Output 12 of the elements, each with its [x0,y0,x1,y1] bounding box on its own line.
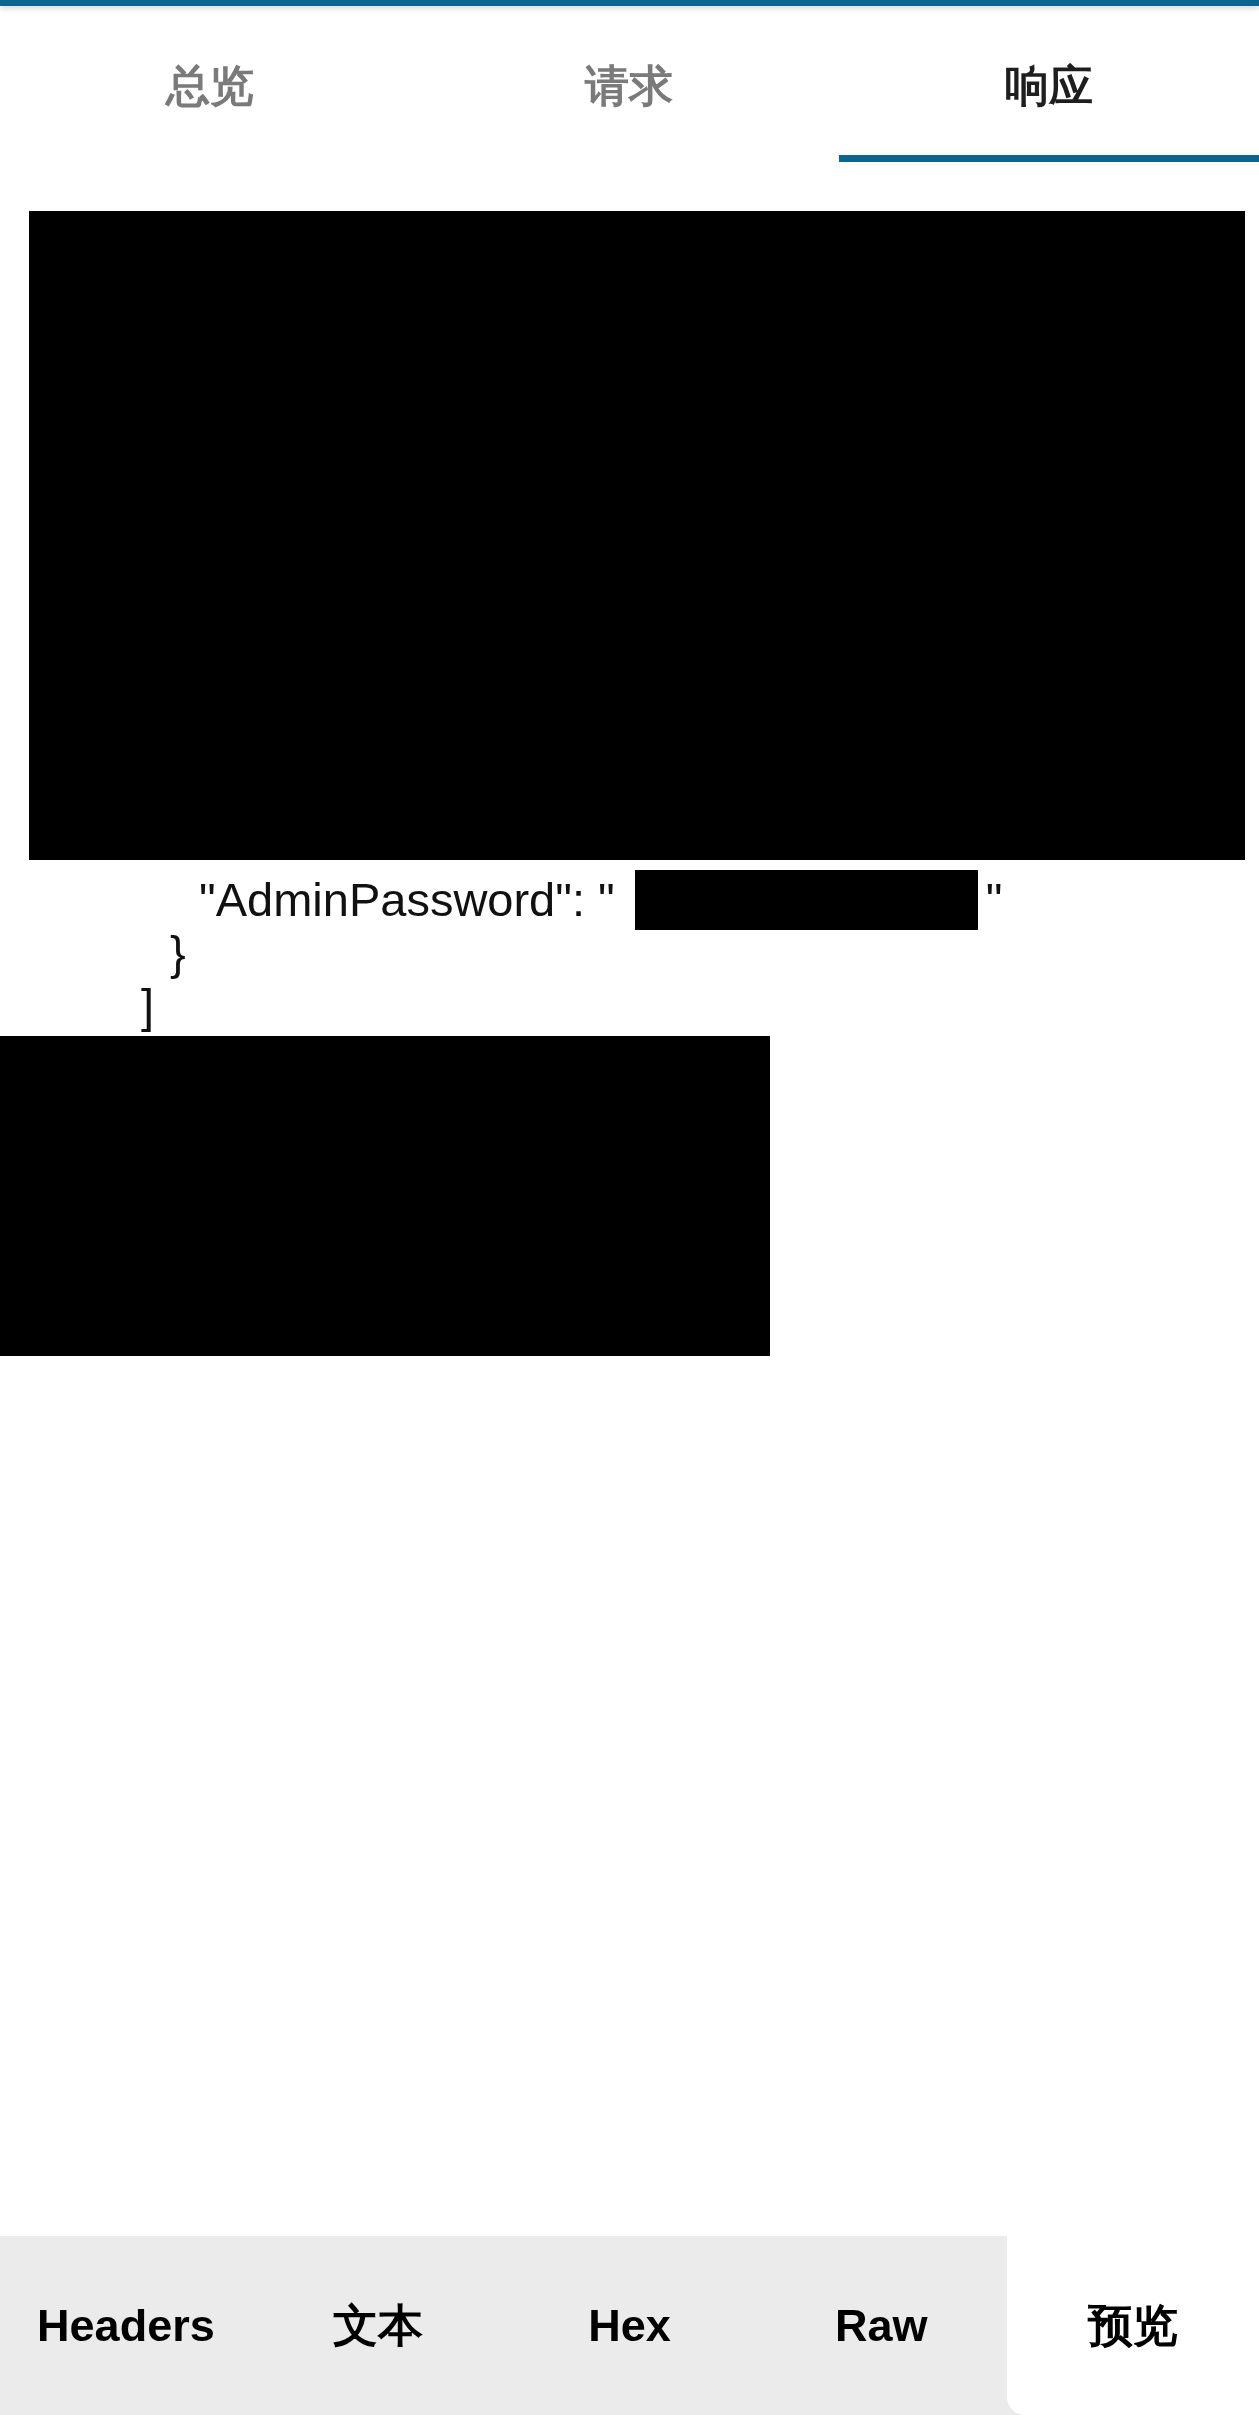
view-tab[interactable]: 预览 [1007,2236,1259,2415]
view-tab[interactable]: 文本 [251,2236,504,2415]
view-tab[interactable]: Hex [503,2236,756,2415]
code-line: "AdminPassword": " [199,873,615,926]
section-tab[interactable]: 响应 [839,6,1259,162]
view-tab[interactable]: Headers [0,2236,252,2415]
code-line: " [985,873,1003,926]
view-tab[interactable]: Raw [755,2236,1008,2415]
code-line: ] [141,979,155,1032]
section-tab[interactable]: 请求 [419,6,840,162]
code-line: } [170,926,186,979]
section-tab[interactable]: 总览 [0,6,420,162]
